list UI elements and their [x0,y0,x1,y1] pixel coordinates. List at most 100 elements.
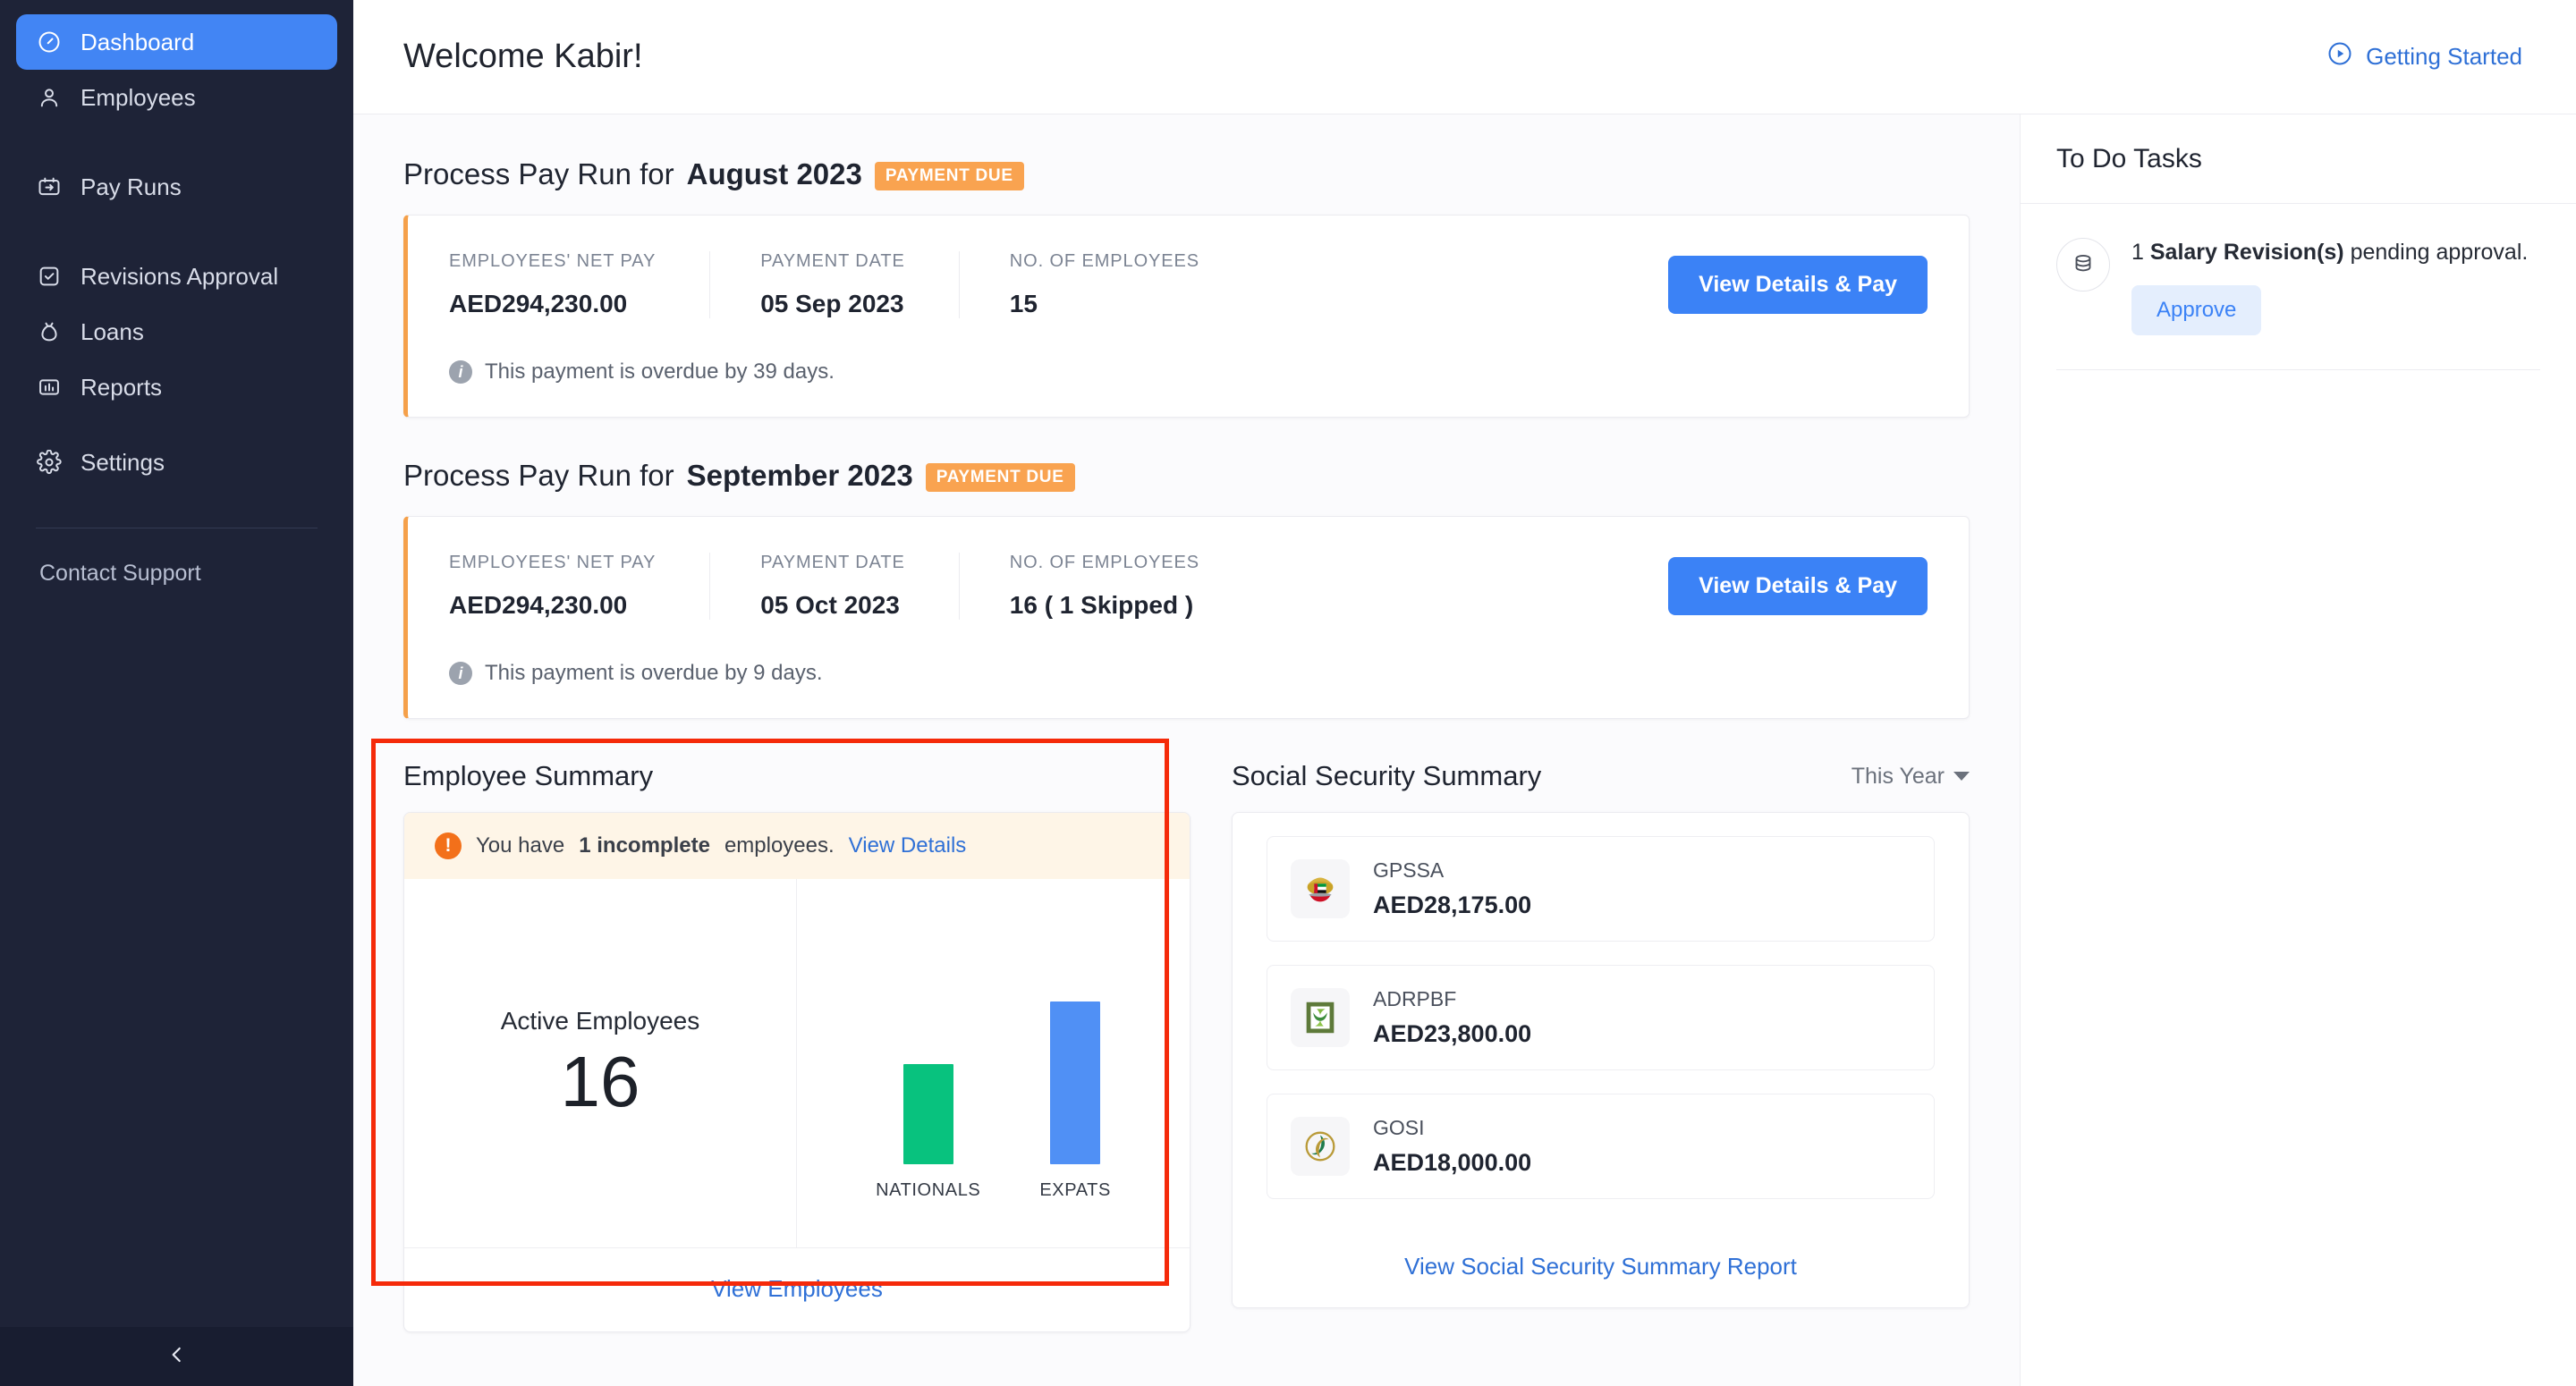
sidebar-item-reports[interactable]: Reports [16,359,337,415]
view-details-and-pay-button[interactable]: View Details & Pay [1668,256,1928,314]
overdue-notice: i This payment is overdue by 39 days. [449,359,1928,385]
stat-label: EMPLOYEES' NET PAY [449,553,656,573]
content-row: Process Pay Run for August 2023 PAYMENT … [353,114,2576,1386]
view-details-link[interactable]: View Details [849,833,967,858]
sidebar-item-settings[interactable]: Settings [16,435,337,490]
view-details-and-pay-button[interactable]: View Details & Pay [1668,557,1928,615]
social-security-amount: AED18,000.00 [1373,1149,1531,1177]
sidebar-nav: Dashboard Employees Pay Runs [0,0,353,1327]
dashboard-center-column: Process Pay Run for August 2023 PAYMENT … [353,114,2020,1386]
stat-no-of-employees: NO. OF EMPLOYEES 15 [959,251,1253,318]
gauge-icon [36,29,63,55]
alert-icon: ! [435,832,462,859]
app-root: Dashboard Employees Pay Runs [0,0,2576,1386]
social-security-list: GPSSA AED28,175.00 [1233,813,1969,1228]
bar-chart-icon [36,374,63,401]
payrun-title-month: August 2023 [687,157,862,191]
period-filter-label: This Year [1852,764,1945,790]
social-security-column: Social Security Summary This Year [1232,760,1970,1308]
sidebar-item-label: Employees [80,84,196,112]
todo-task-text: 1 Salary Revision(s) pending approval. [2131,240,2528,265]
spacer [1253,553,1668,620]
social-security-row-content: GPSSA AED28,175.00 [1373,858,1531,919]
sidebar-spacer [0,125,353,159]
status-badge: PAYMENT DUE [926,463,1075,492]
topbar: Welcome Kabir! Getting Started [353,0,2576,114]
alert-prefix: You have [476,833,564,858]
view-employees-link[interactable]: View Employees [404,1247,1190,1331]
active-employees-block: Active Employees 16 [404,879,797,1247]
check-square-icon [36,263,63,290]
bar-nationals [903,1064,953,1164]
bar-label-nationals: NATIONALS [876,1180,980,1201]
todo-text-prefix: 1 [2131,240,2150,265]
sidebar-item-label: Dashboard [80,29,194,56]
payrun-stats: EMPLOYEES' NET PAY AED294,230.00 PAYMENT… [449,553,1928,620]
period-filter-dropdown[interactable]: This Year [1852,764,1970,790]
employee-summary-column: Employee Summary ! You have 1 incomplete… [403,760,1191,1332]
chart-bars: NATIONALS EXPATS [876,1001,1111,1201]
sidebar-item-label: Pay Runs [80,173,182,201]
employee-summary-body: Active Employees 16 NATIONALS [404,879,1190,1247]
page-title: Welcome Kabir! [403,38,643,76]
stat-value: 05 Oct 2023 [760,591,905,620]
sidebar-item-employees[interactable]: Employees [16,70,337,125]
payrun-title-prefix: Process Pay Run for [403,459,674,493]
payrun-title-september: Process Pay Run for September 2023 PAYME… [403,459,1970,493]
social-security-amount: AED23,800.00 [1373,1020,1531,1048]
active-employees-value: 16 [561,1044,640,1120]
employee-summary-title-label: Employee Summary [403,760,653,792]
social-security-row-content: ADRPBF AED23,800.00 [1373,987,1531,1048]
todo-tasks-panel: To Do Tasks 1 Salary Revision(s) pending… [2020,114,2576,1386]
stat-value: 15 [1010,290,1199,318]
incomplete-employees-alert: ! You have 1 incomplete employees. View … [404,813,1190,879]
stat-label: EMPLOYEES' NET PAY [449,251,656,272]
approve-button[interactable]: Approve [2131,285,2261,335]
pay-run-icon [36,173,63,200]
bar-expats [1050,1001,1100,1164]
stat-payment-date: PAYMENT DATE 05 Oct 2023 [709,553,959,620]
stat-value: AED294,230.00 [449,290,656,318]
social-security-row-adrpbf[interactable]: ADRPBF AED23,800.00 [1267,965,1935,1070]
social-security-panel: GPSSA AED28,175.00 [1232,812,1970,1308]
social-security-amount: AED28,175.00 [1373,892,1531,919]
info-icon: i [449,662,472,685]
status-badge: PAYMENT DUE [875,162,1024,190]
payrun-title-prefix: Process Pay Run for [403,157,674,191]
info-icon: i [449,360,472,384]
stat-value: 16 ( 1 Skipped ) [1010,591,1199,620]
money-bag-icon [36,318,63,345]
sidebar-item-pay-runs[interactable]: Pay Runs [16,159,337,215]
payrun-card-august: EMPLOYEES' NET PAY AED294,230.00 PAYMENT… [403,215,1970,418]
sidebar-item-dashboard[interactable]: Dashboard [16,14,337,70]
contact-support-link[interactable]: Contact Support [0,528,353,587]
employee-bar-chart: NATIONALS EXPATS [797,879,1190,1247]
stat-no-of-employees: NO. OF EMPLOYEES 16 ( 1 Skipped ) [959,553,1253,620]
active-employees-label: Active Employees [501,1007,700,1035]
social-security-row-gosi[interactable]: GOSI AED18,000.00 [1267,1094,1935,1199]
spacer [1253,251,1668,318]
sidebar-item-revisions-approval[interactable]: Revisions Approval [16,249,337,304]
sidebar-item-label: Loans [80,318,144,346]
alert-suffix: employees. [724,833,835,858]
todo-divider [2056,369,2540,370]
social-security-title-row: Social Security Summary This Year [1232,760,1970,792]
getting-started-link[interactable]: Getting Started [2326,40,2522,73]
adrpbf-logo-icon [1291,988,1350,1047]
todo-text-bold: Salary Revision(s) [2150,240,2344,265]
view-social-security-summary-report-link[interactable]: View Social Security Summary Report [1233,1228,1969,1307]
stat-label: NO. OF EMPLOYEES [1010,251,1199,272]
main-area: Welcome Kabir! Getting Started Process P… [353,0,2576,1386]
chevron-down-icon [1953,772,1970,781]
gear-icon [36,449,63,476]
sidebar-item-label: Settings [80,449,165,477]
stat-value: AED294,230.00 [449,591,656,620]
stat-payment-date: PAYMENT DATE 05 Sep 2023 [709,251,959,318]
sidebar-collapse-button[interactable] [0,1327,353,1386]
sidebar-item-loans[interactable]: Loans [16,304,337,359]
dashboard-bottom-row: Employee Summary ! You have 1 incomplete… [403,760,1970,1332]
chevron-left-icon [165,1343,189,1371]
stat-value: 05 Sep 2023 [760,290,905,318]
social-security-row-gpssa[interactable]: GPSSA AED28,175.00 [1267,836,1935,942]
todo-text-suffix: pending approval. [2344,240,2529,265]
